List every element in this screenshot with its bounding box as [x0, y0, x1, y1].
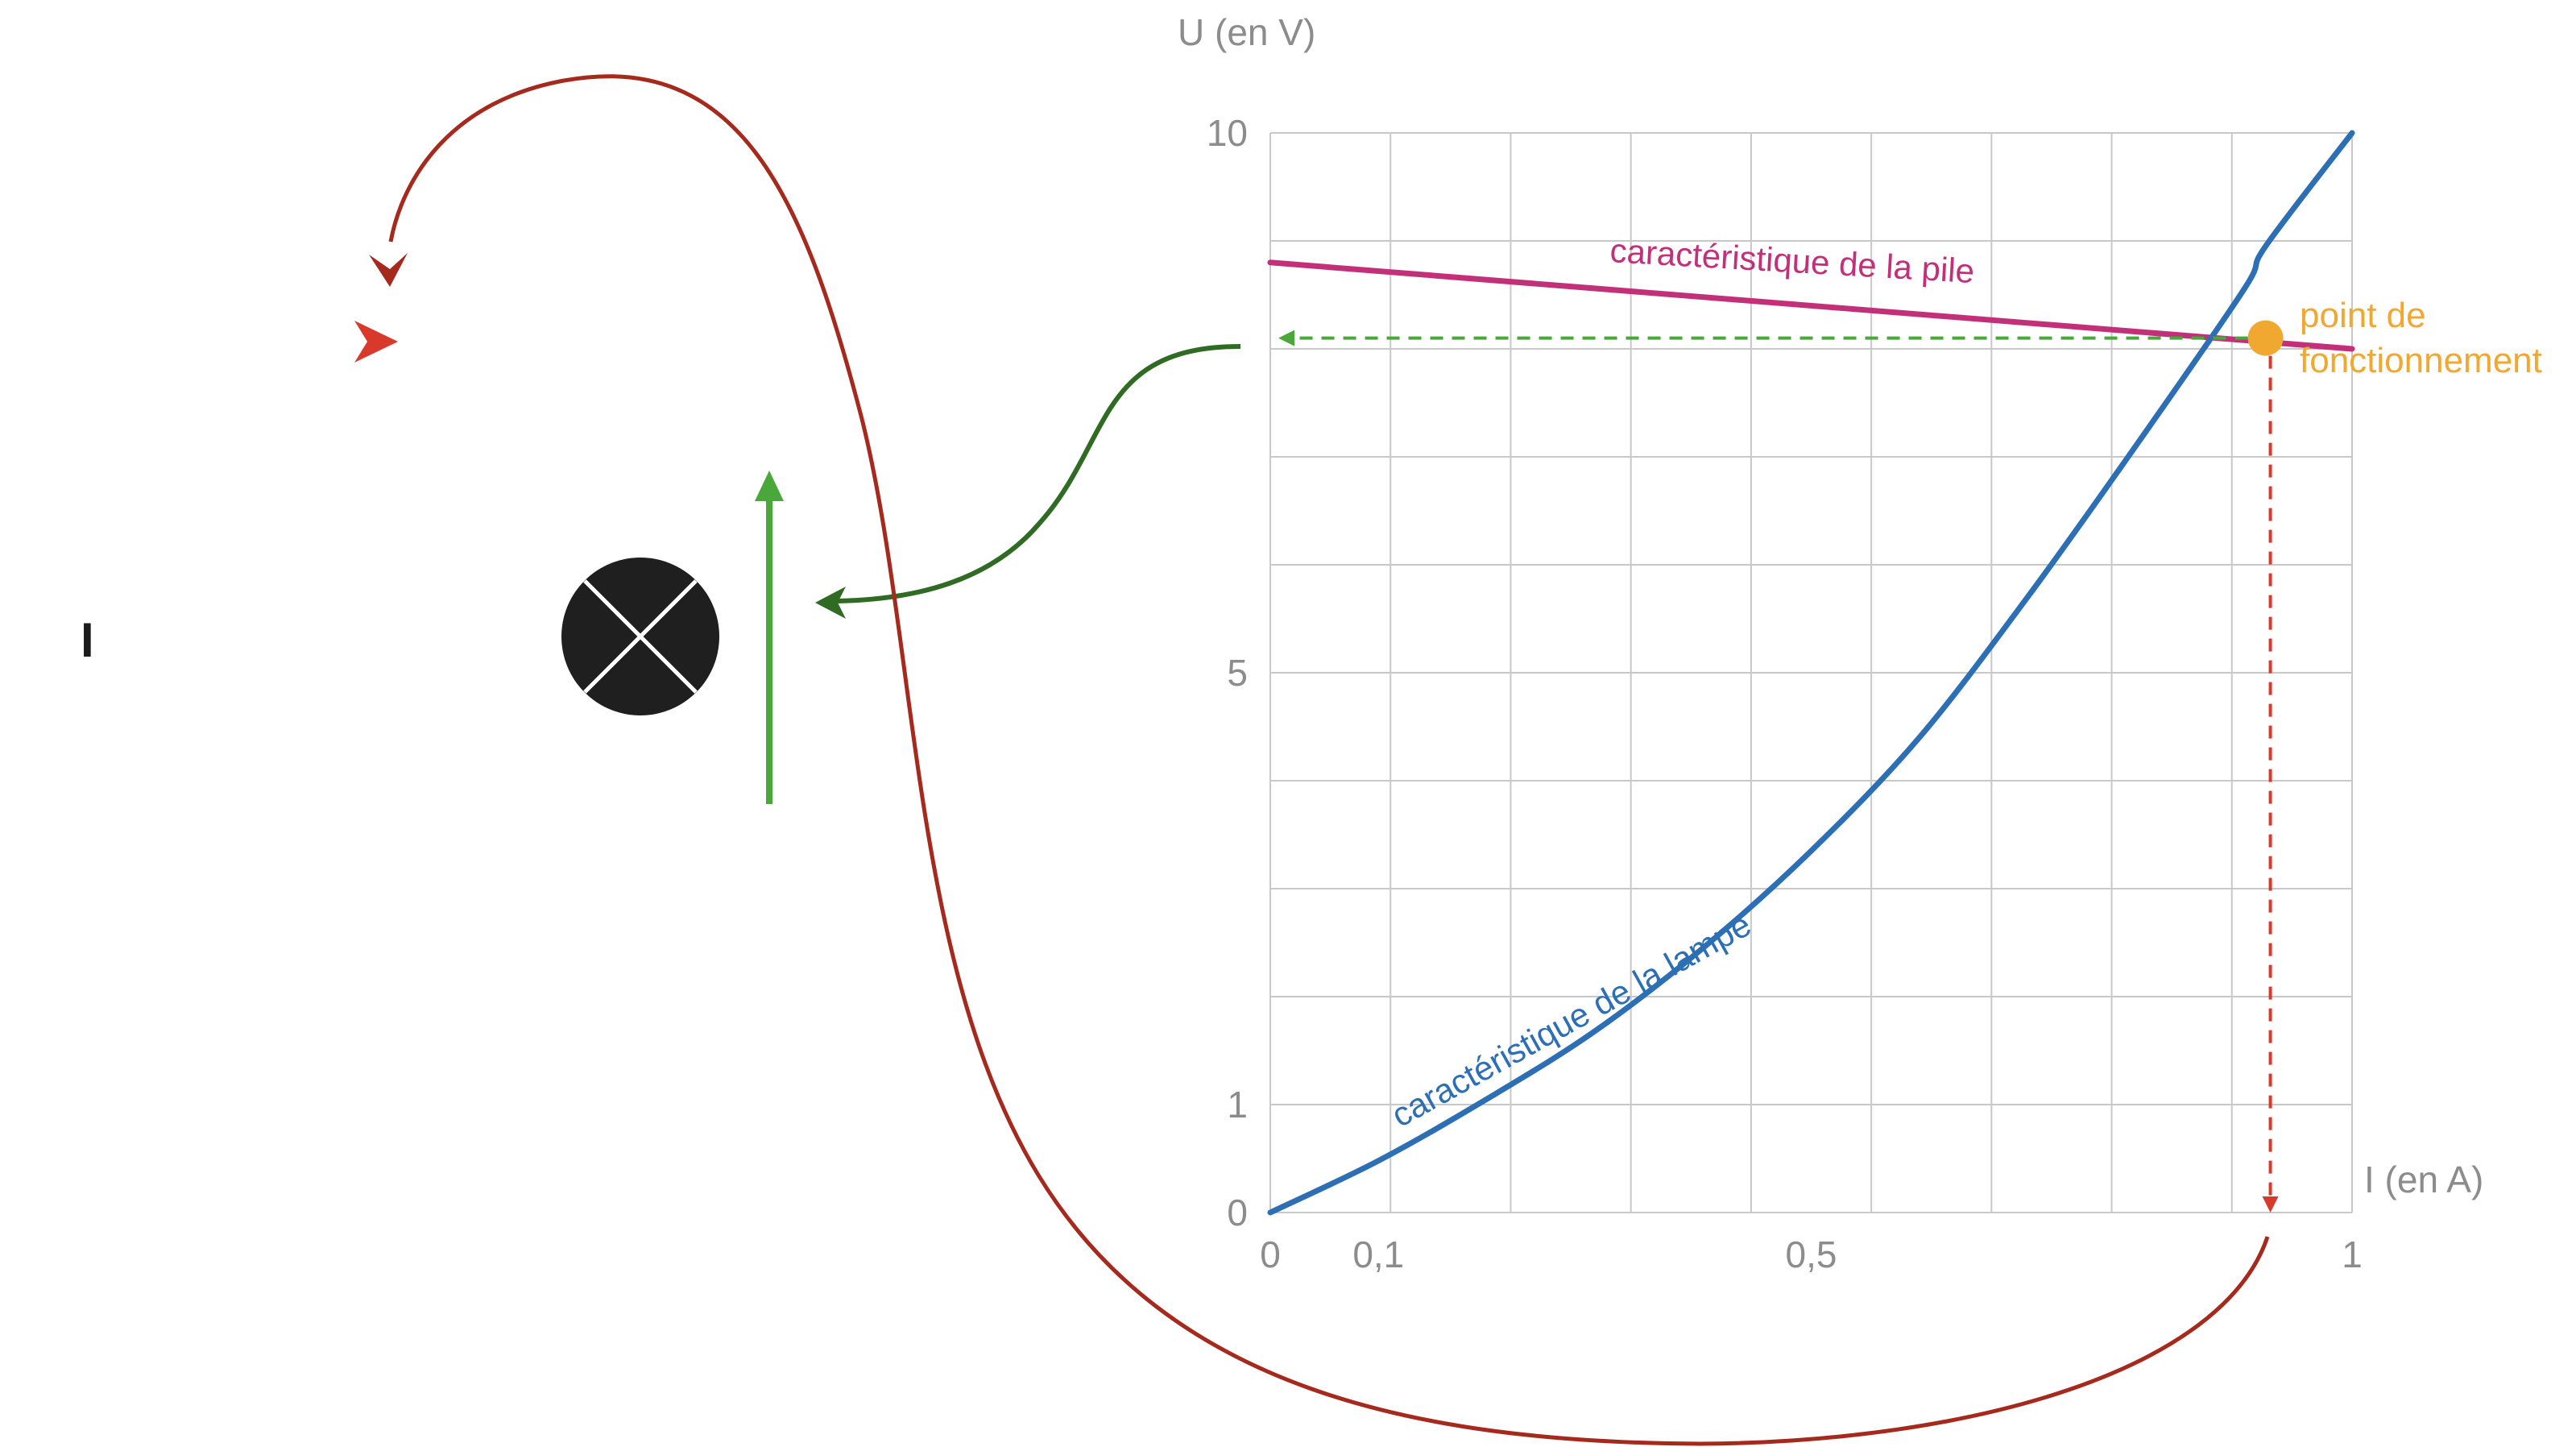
- operating-point-label: point de fonctionnement: [2300, 296, 2542, 380]
- x-tick-label: 0,5: [1786, 1233, 1837, 1275]
- x-axis-title: I (en A): [2364, 1159, 2483, 1200]
- y-tick-label: 1: [1227, 1084, 1248, 1126]
- grid: [1269, 132, 2353, 1213]
- ticks: 0 0,1 0,5 101510: [1207, 112, 2363, 1275]
- scene: I 0 0,1 0,5 101510 U (en V) I (en A) cara: [81, 11, 2542, 1446]
- x-tick-label: 0: [1260, 1233, 1281, 1275]
- voltage-arrow-icon: [755, 471, 784, 804]
- y-axis-title: U (en V): [1178, 11, 1315, 53]
- x-tick-label: 0,1: [1352, 1233, 1404, 1275]
- operating-point-marker: [2247, 320, 2284, 356]
- y-tick-label: 10: [1207, 112, 1248, 154]
- series-label-lampe: caractéristique de la lampe: [1385, 905, 1758, 1134]
- voltage-connector: [837, 344, 1241, 603]
- chart: 0 0,1 0,5 101510 U (en V) I (en A) caractér…: [1178, 11, 2542, 1275]
- current-connector: [388, 74, 2270, 1446]
- current-arrow-icon: [354, 321, 398, 363]
- y-tick-label: 0: [1227, 1192, 1248, 1233]
- labels: U (en V) I (en A) caractéristique de la …: [1178, 11, 2542, 1200]
- x-tick-label: 1: [2342, 1233, 2363, 1275]
- y-tick-label: 5: [1227, 652, 1248, 694]
- lamp-icon: [561, 558, 719, 715]
- current-label: I: [81, 613, 94, 667]
- current-connector-arrowhead: [369, 253, 408, 287]
